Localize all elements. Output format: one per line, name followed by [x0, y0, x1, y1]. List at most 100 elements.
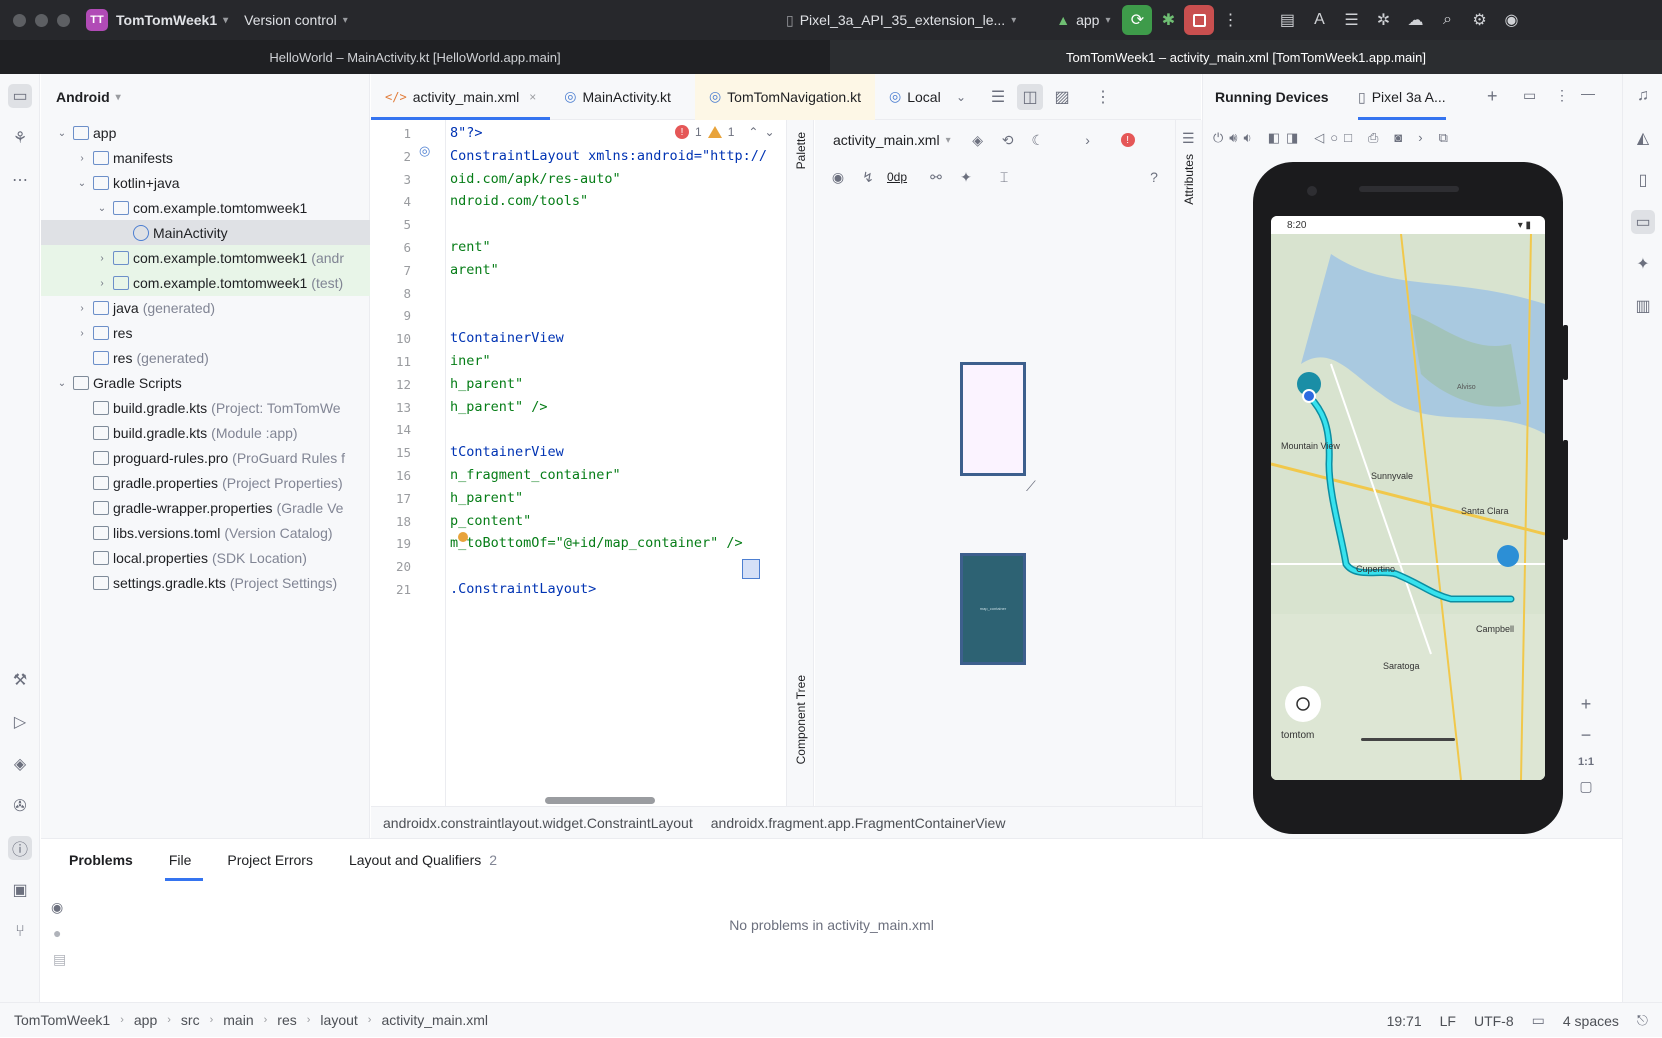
path-segment[interactable]: app — [134, 1012, 157, 1028]
tree-item[interactable]: local.properties (SDK Location) — [41, 545, 370, 571]
guidelines-icon[interactable]: ⌶ — [993, 166, 1015, 188]
tab-file[interactable]: File — [155, 839, 214, 881]
design-file-selector[interactable]: activity_main.xml — [833, 132, 940, 148]
more-horizontal-icon[interactable]: ⋯ — [8, 168, 32, 192]
code-line[interactable]: tContainerView — [450, 330, 564, 346]
default-margin[interactable]: 0dp — [887, 170, 907, 184]
device-tab[interactable]: ▯ Pixel 3a A... — [1358, 74, 1446, 120]
tree-item[interactable]: settings.gradle.kts (Project Settings) — [41, 570, 370, 596]
attributes-tab[interactable]: Attributes — [1182, 154, 1196, 205]
tree-item[interactable]: gradle.properties (Project Properties) — [41, 470, 370, 496]
close-tab-icon[interactable]: × — [529, 90, 536, 104]
power-icon[interactable]: ⏻ — [1213, 130, 1223, 146]
tabs-dropdown-icon[interactable]: ⌄ — [948, 84, 974, 110]
chevron-right-icon[interactable]: › — [95, 253, 109, 264]
rerun-button[interactable]: ⟳ — [1122, 5, 1153, 35]
mirror-icon[interactable]: ⧉ — [1439, 130, 1448, 146]
code-line[interactable]: .ConstraintLayout> — [450, 581, 596, 597]
night-mode-icon[interactable]: ☾ — [1027, 129, 1049, 151]
device-screen[interactable]: 8:20 ▾ ▮ Mountain View Sunnyvale Santa C… — [1271, 216, 1545, 780]
code-line[interactable]: ConstraintLayout xmlns:android="http:// — [450, 148, 767, 164]
close-window-button[interactable] — [13, 13, 26, 27]
tree-item[interactable]: › res — [41, 320, 370, 346]
code-line[interactable]: rent" — [450, 239, 491, 255]
zoom-in-icon[interactable]: + — [1581, 694, 1592, 715]
caret-position[interactable]: 19:71 — [1387, 1013, 1422, 1029]
add-device-icon[interactable]: + — [1487, 86, 1498, 107]
volume-down-icon[interactable]: 🔉︎ — [1244, 130, 1252, 146]
running-devices-icon[interactable]: ▭ — [1631, 210, 1655, 234]
tree-item[interactable]: ⌄ Gradle Scripts — [41, 370, 370, 396]
view-options-eye-icon[interactable]: ◉ — [827, 166, 849, 188]
project-switcher[interactable]: TT TomTomWeek1 ▾ — [86, 9, 228, 31]
infer-constraints-icon[interactable]: ✦ — [955, 166, 977, 188]
zoom-out-icon[interactable]: − — [1581, 725, 1592, 746]
chevron-down-icon[interactable]: ⌄ — [95, 203, 109, 214]
window-layout-icon[interactable]: ▭ — [1523, 87, 1536, 104]
lock-icon[interactable]: ⎋ — [1637, 1012, 1648, 1029]
home-icon[interactable]: ○ — [1330, 130, 1338, 146]
attributes-icon[interactable]: ☰ — [1182, 130, 1195, 147]
device-manager-icon[interactable]: ▤ — [1274, 7, 1300, 33]
code-line[interactable]: arent" — [450, 262, 499, 278]
inspection-widget[interactable]: ! 1 1 ⌃ ⌄ — [675, 125, 775, 139]
breadcrumb-item[interactable]: androidx.constraintlayout.widget.Constra… — [383, 815, 693, 831]
path-segment[interactable]: layout — [320, 1012, 357, 1028]
run-icon[interactable]: ▷ — [8, 710, 32, 734]
tab-local[interactable]: ◎ Local — [875, 74, 945, 120]
tree-item[interactable]: › manifests — [41, 145, 370, 171]
snapshot-icon[interactable]: ⎙ — [1368, 130, 1378, 146]
tab-problems[interactable]: Problems — [55, 839, 155, 881]
preview-icon[interactable]: ▤ — [53, 951, 66, 968]
fit-screen-icon[interactable]: ▢ — [1579, 778, 1592, 795]
tree-item[interactable]: ⌄ app — [41, 120, 370, 146]
zoom-actual-size[interactable]: 1:1 — [1578, 756, 1594, 768]
account-icon[interactable]: ◉ — [1498, 7, 1524, 33]
tree-item[interactable]: ⌄ com.example.tomtomweek1 — [41, 195, 370, 221]
chevron-right-icon[interactable]: › — [75, 328, 89, 339]
logcat-icon[interactable]: ☰ — [1338, 7, 1364, 33]
gem-icon[interactable]: ◈ — [8, 752, 32, 776]
readonly-icon[interactable]: ▭ — [1532, 1012, 1545, 1029]
tree-item[interactable]: gradle-wrapper.properties (Gradle Ve — [41, 495, 370, 521]
rotate-right-icon[interactable]: ◨ — [1286, 130, 1298, 146]
path-segment[interactable]: res — [277, 1012, 296, 1028]
volume-up-icon[interactable]: 🔊︎ — [1229, 130, 1237, 146]
search-icon[interactable]: ⌕ — [1434, 7, 1460, 33]
horizontal-scrollbar[interactable] — [545, 797, 655, 804]
tree-item[interactable]: › com.example.tomtomweek1 (andr — [41, 245, 370, 271]
code-line[interactable]: tContainerView — [450, 444, 564, 460]
build-hammer-icon[interactable]: ⚒ — [8, 668, 32, 692]
minimize-panel-icon[interactable]: — — [1581, 85, 1595, 101]
orientation-icon[interactable]: ⟲ — [997, 129, 1019, 151]
layers-icon[interactable]: ◈ — [967, 129, 989, 151]
run-config-selector[interactable]: ▲ app ▾ — [1056, 12, 1110, 28]
tree-item[interactable]: libs.versions.toml (Version Catalog) — [41, 520, 370, 546]
tab-mainactivity-kt[interactable]: ◎ MainActivity.kt — [550, 74, 685, 120]
tree-item[interactable]: MainActivity — [41, 220, 370, 246]
indent-setting[interactable]: 4 spaces — [1563, 1013, 1619, 1029]
tab-activity-main-xml[interactable]: </> activity_main.xml × — [371, 74, 551, 120]
map-view[interactable]: Mountain View Sunnyvale Santa Clara Cupe… — [1271, 234, 1545, 780]
gemini-sparkle-icon[interactable]: ✦ — [1631, 252, 1655, 276]
code-view-icon[interactable]: ☰ — [985, 84, 1011, 110]
resource-manager-icon[interactable]: ⚘ — [8, 126, 32, 150]
debug-icon[interactable]: ✱ — [1155, 7, 1181, 33]
problems-icon[interactable]: ⓘ — [8, 836, 32, 860]
code-line[interactable]: m_toBottomOf="@+id/map_container" /> — [450, 535, 743, 551]
sync-icon[interactable]: ☁ — [1402, 7, 1428, 33]
chevron-down-icon[interactable]: ⌄ — [55, 128, 69, 139]
gradle-icon[interactable]: ◭ — [1631, 126, 1655, 150]
code-line[interactable]: h_parent" — [450, 376, 523, 392]
tab-layout-and-qualifiers[interactable]: Layout and Qualifiers 2 — [335, 839, 511, 881]
device-mirror-icon[interactable]: ▥ — [1631, 294, 1655, 318]
chevron-right-icon[interactable]: › — [95, 278, 109, 289]
code-line[interactable]: iner" — [450, 353, 491, 369]
more-vertical-icon[interactable]: ⋮ — [1217, 7, 1243, 33]
device-file-explorer-icon[interactable]: ▯ — [1631, 168, 1655, 192]
kotlin-gutter-icon[interactable]: ◎ — [419, 143, 430, 159]
device-selector[interactable]: ▯ Pixel_3a_API_35_extension_le... ▾ — [786, 12, 1016, 29]
chevron-right-icon[interactable]: › — [75, 153, 89, 164]
tree-item[interactable]: build.gradle.kts (Project: TomTomWe — [41, 395, 370, 421]
bug-icon[interactable]: ✲ — [1370, 7, 1396, 33]
